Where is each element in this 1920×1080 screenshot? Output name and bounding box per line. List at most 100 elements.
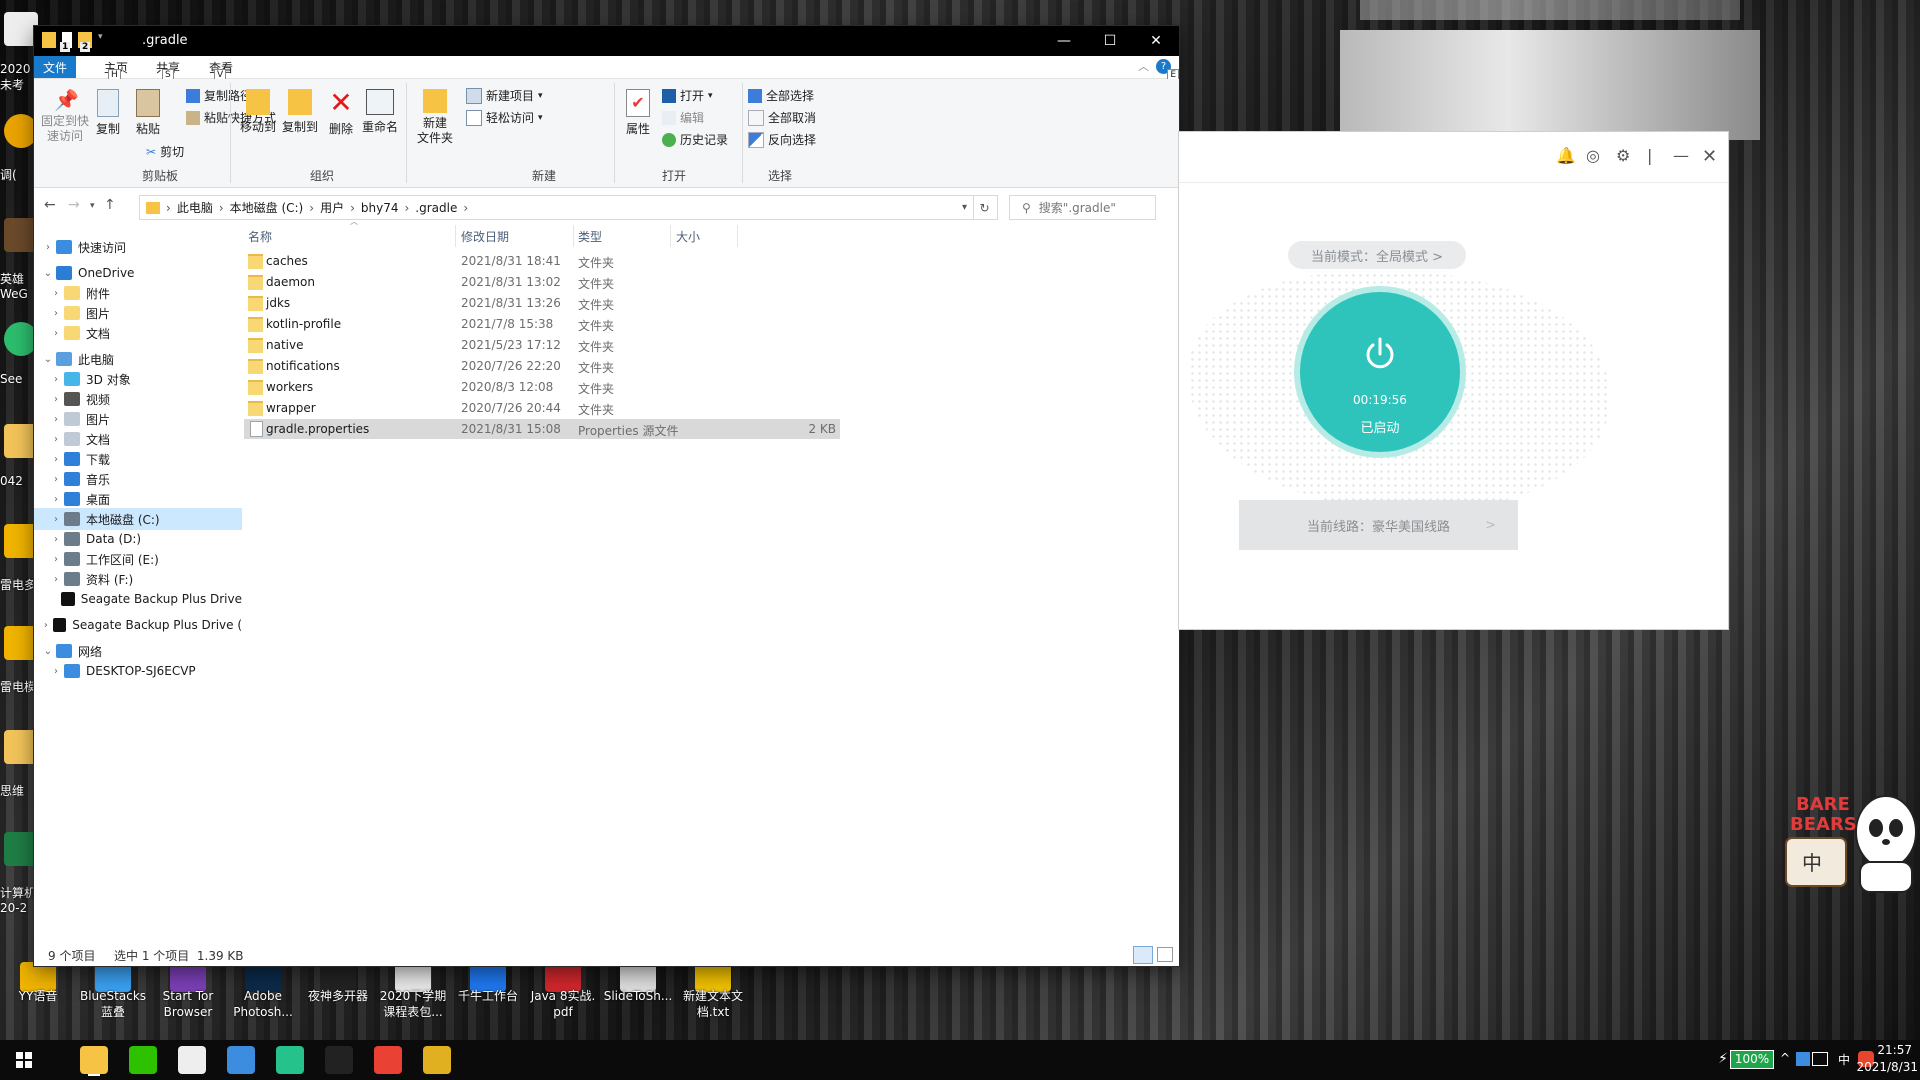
shield-app-icon[interactable] xyxy=(276,1046,304,1074)
new-folder-button[interactable]: 新建 文件夹 xyxy=(412,89,458,146)
chevron-right-icon[interactable]: › xyxy=(48,374,64,385)
app-blue-icon[interactable] xyxy=(227,1046,255,1074)
breadcrumb-bhy74[interactable]: bhy74 xyxy=(361,201,399,215)
search-input[interactable]: ⚲ 搜索".gradle" xyxy=(1009,195,1156,220)
chevron-down-icon[interactable]: ⌄ xyxy=(40,268,56,279)
typora-icon[interactable] xyxy=(178,1046,206,1074)
chevron-right-icon[interactable]: › xyxy=(48,534,64,545)
file-row[interactable]: gradle.properties 2021/8/31 15:08 Proper… xyxy=(244,419,840,439)
chevron-right-icon[interactable]: › xyxy=(48,414,64,425)
chevron-right-icon[interactable]: › xyxy=(48,308,64,319)
file-row[interactable]: workers 2020/8/3 12:08 文件夹 xyxy=(244,377,840,397)
properties-icon[interactable]: 1 xyxy=(60,32,72,52)
column-divider[interactable] xyxy=(455,225,456,247)
nav-item[interactable]: › 快速访问 xyxy=(34,236,242,258)
new-folder-icon[interactable]: 2 xyxy=(78,32,92,52)
nav-item[interactable]: › 视频 xyxy=(34,388,242,410)
mode-selector[interactable]: 当前模式：全局模式 > xyxy=(1288,241,1466,269)
address-dropdown-icon[interactable]: ▾ xyxy=(962,202,967,213)
back-button[interactable]: ← xyxy=(44,197,56,213)
desktop-icon[interactable] xyxy=(4,114,38,148)
nav-item[interactable]: › 资料 (F:) xyxy=(34,568,242,590)
chevron-right-icon[interactable]: › xyxy=(48,514,64,525)
file-row[interactable]: caches 2021/8/31 18:41 文件夹 xyxy=(244,251,840,271)
chevron-right-icon[interactable]: › xyxy=(48,554,64,565)
forward-button[interactable]: → xyxy=(68,197,80,213)
wechat-icon[interactable] xyxy=(129,1046,157,1074)
file-row[interactable]: native 2021/5/23 17:12 文件夹 xyxy=(244,335,840,355)
select-none-button[interactable]: 全部取消 xyxy=(748,109,816,126)
desktop-icon[interactable] xyxy=(4,424,38,458)
nav-item[interactable]: › 桌面 xyxy=(34,488,242,510)
nav-item[interactable]: › 图片 xyxy=(34,408,242,430)
customize-arrow-icon[interactable]: ▾ xyxy=(98,32,106,48)
nav-item[interactable]: › DESKTOP-SJ6ECVP xyxy=(34,660,242,682)
gear-icon[interactable]: ⚙ xyxy=(1616,146,1630,165)
large-icons-view-icon[interactable] xyxy=(1157,947,1173,962)
power-button[interactable]: 00:19:56 已启动 xyxy=(1300,292,1460,452)
edit-button[interactable]: 编辑 xyxy=(662,109,704,126)
column-divider[interactable] xyxy=(670,225,671,247)
title-bar[interactable]: 1 2 ▾ .gradle — ☐ ✕ xyxy=(34,26,1179,56)
breadcrumb-this-pc[interactable]: 此电脑 xyxy=(177,199,213,216)
nav-item[interactable]: Seagate Backup Plus Drive xyxy=(34,588,242,610)
column-header-type[interactable]: 类型 xyxy=(578,228,602,245)
nav-item[interactable]: › 图片 xyxy=(34,302,242,324)
history-button[interactable]: 历史记录 xyxy=(662,131,728,148)
file-row[interactable]: kotlin-profile 2021/7/8 15:38 文件夹 xyxy=(244,314,840,334)
plug-icon[interactable]: ⚡ xyxy=(1718,1051,1728,1067)
chrome-icon[interactable] xyxy=(374,1046,402,1074)
nav-item[interactable]: › 3D 对象 xyxy=(34,368,242,390)
file-explorer-icon[interactable] xyxy=(80,1046,108,1074)
chevron-right-icon[interactable]: › xyxy=(40,242,56,253)
clock-date[interactable]: 2021/8/31 xyxy=(1856,1060,1918,1074)
column-divider[interactable] xyxy=(573,225,574,247)
start-button[interactable] xyxy=(0,1040,48,1080)
rename-button[interactable]: 重命名 xyxy=(360,89,400,135)
chevron-right-icon[interactable]: › xyxy=(48,288,64,299)
select-all-button[interactable]: 全部选择 xyxy=(748,87,814,104)
close-button[interactable]: ✕ xyxy=(1133,26,1179,56)
file-row[interactable]: daemon 2021/8/31 13:02 文件夹 xyxy=(244,272,840,292)
chevron-right-icon[interactable]: › xyxy=(48,666,64,677)
minimize-button[interactable]: — xyxy=(1041,26,1087,56)
clock-time[interactable]: 21:57 xyxy=(1877,1043,1912,1057)
file-row[interactable]: jdks 2021/8/31 13:26 文件夹 xyxy=(244,293,840,313)
cut-button[interactable]: ✂ 剪切 xyxy=(146,143,184,160)
properties-button[interactable]: ✔ 属性 xyxy=(620,89,656,137)
details-view-icon[interactable] xyxy=(1133,946,1153,964)
column-header-name[interactable]: 名称 xyxy=(248,228,272,245)
nav-item[interactable]: ⌄ 此电脑 xyxy=(34,348,242,370)
column-divider[interactable] xyxy=(737,225,738,247)
up-button[interactable]: ↑ xyxy=(104,197,116,213)
desktop-icon[interactable] xyxy=(4,524,38,558)
terminal-icon[interactable] xyxy=(325,1046,353,1074)
desktop-icon[interactable] xyxy=(4,626,38,660)
route-selector[interactable]: 当前线路：豪华美国线路 > xyxy=(1239,500,1518,550)
yellow-app-icon[interactable] xyxy=(423,1046,451,1074)
chevron-down-icon[interactable]: ⌄ xyxy=(40,354,56,365)
new-item-button[interactable]: 新建项目 ▾ xyxy=(466,87,543,104)
nav-item[interactable]: ⌄ 网络 xyxy=(34,640,242,662)
tab-file[interactable]: 文件 xyxy=(34,56,76,78)
nav-item[interactable]: › 文档 xyxy=(34,428,242,450)
chevron-right-icon[interactable]: › xyxy=(48,434,64,445)
nav-item[interactable]: › 工作区间 (E:) xyxy=(34,548,242,570)
desktop-icon[interactable] xyxy=(4,12,38,46)
paste-button[interactable]: 粘贴 xyxy=(130,89,166,137)
file-row[interactable]: notifications 2020/7/26 22:20 文件夹 xyxy=(244,356,840,376)
desktop-icon[interactable] xyxy=(4,322,38,356)
nav-item[interactable]: › 下载 xyxy=(34,448,242,470)
chevron-right-icon[interactable]: › xyxy=(48,454,64,465)
copy-button[interactable]: 复制 xyxy=(90,89,126,137)
chevron-right-icon[interactable]: › xyxy=(39,620,53,631)
bell-icon[interactable]: 🔔 xyxy=(1556,146,1576,165)
ime-indicator[interactable]: 中 xyxy=(1838,1051,1850,1068)
vpn-minimize-button[interactable]: — xyxy=(1673,146,1689,165)
vpn-title-bar[interactable]: 🔔 ◎ ⚙ | — ✕ xyxy=(1179,132,1728,183)
recent-locations-icon[interactable]: ▾ xyxy=(90,201,95,211)
address-bar[interactable]: › 此电脑 › 本地磁盘 (C:) › 用户 › bhy74 › .gradle… xyxy=(139,195,974,220)
nav-item[interactable]: › Seagate Backup Plus Drive ( xyxy=(34,614,242,636)
chevron-right-icon[interactable]: › xyxy=(48,474,64,485)
headset-icon[interactable]: ◎ xyxy=(1586,146,1600,165)
